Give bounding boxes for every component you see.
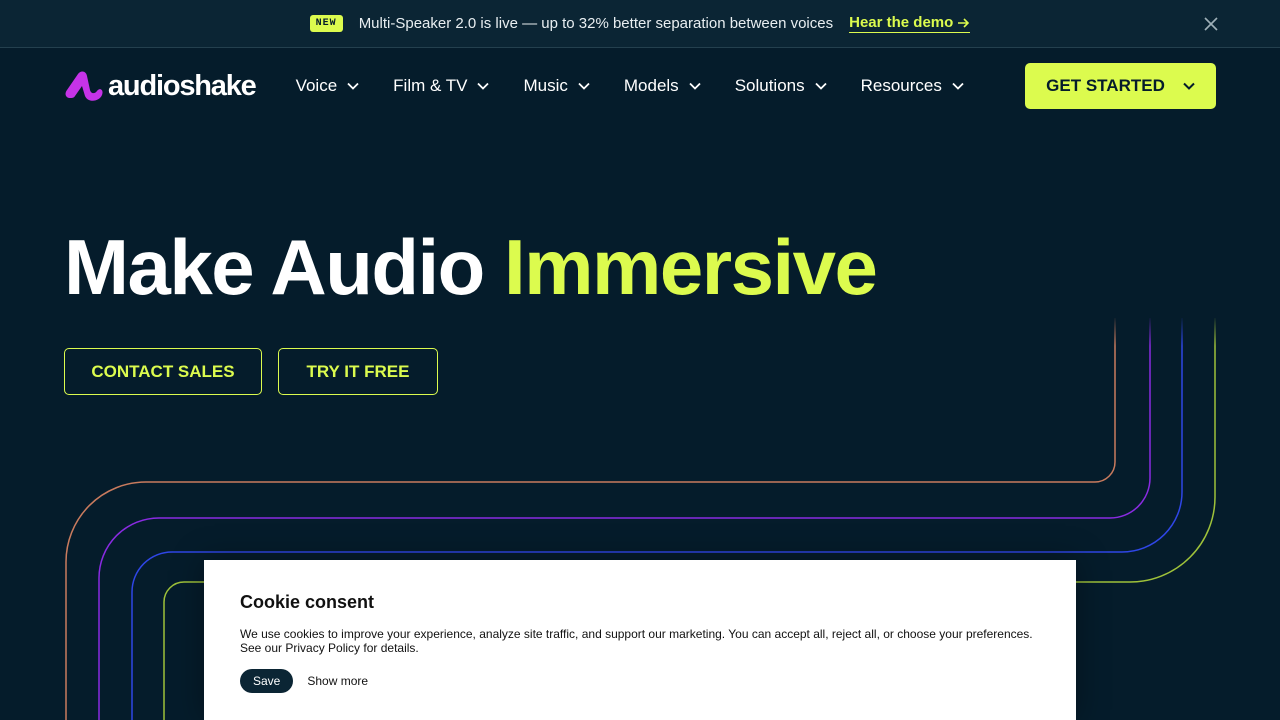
- hear-demo-label: Hear the demo: [849, 14, 954, 31]
- nav-item-label: Music: [523, 76, 568, 95]
- nav-menu: Voice Film & TV Music Models Solutions R…: [296, 76, 964, 96]
- chevron-down-icon: [1183, 82, 1195, 90]
- nav-item-models[interactable]: Models: [624, 76, 701, 96]
- chevron-down-icon: [347, 82, 359, 90]
- get-started-button[interactable]: GET STARTED: [1025, 63, 1216, 109]
- hear-demo-link[interactable]: Hear the demo: [849, 14, 971, 33]
- close-icon[interactable]: [1202, 15, 1220, 33]
- hero-title: Make Audio Immersive: [64, 228, 878, 306]
- cookie-title: Cookie consent: [240, 592, 375, 612]
- nav-item-solutions[interactable]: Solutions: [735, 76, 827, 96]
- nav-item-label: Voice: [295, 76, 338, 95]
- chevron-down-icon: [578, 82, 590, 90]
- nav-item-music[interactable]: Music: [523, 76, 590, 96]
- nav-item-label: Film & TV: [393, 76, 468, 95]
- chevron-down-icon: [952, 82, 964, 90]
- cookie-text-line2: See our Privacy Policy for details.: [240, 641, 419, 655]
- nav-item-voice[interactable]: Voice: [296, 76, 360, 96]
- audioshake-logo-icon: [65, 71, 103, 101]
- nav-item-label: Models: [623, 76, 679, 95]
- logo[interactable]: audioshake: [64, 68, 257, 104]
- nav-item-label: Resources: [860, 76, 942, 95]
- cookie-show-more-button[interactable]: Show more: [307, 674, 368, 688]
- new-badge: NEW: [309, 15, 343, 32]
- cookie-actions: Save Show more: [240, 669, 1040, 693]
- cookie-save-button[interactable]: Save: [240, 669, 294, 693]
- chevron-down-icon: [477, 82, 490, 90]
- cookie-consent-dialog: Cookie consent We use cookies to improve…: [204, 560, 1076, 720]
- get-started-label: GET STARTED: [1046, 76, 1165, 95]
- nav-item-film-tv[interactable]: Film & TV: [393, 76, 490, 96]
- chevron-down-icon: [814, 82, 827, 90]
- contact-sales-button[interactable]: CONTACT SALES: [64, 348, 262, 395]
- hero-actions: CONTACT SALES TRY IT FREE: [64, 348, 438, 395]
- nav-item-resources[interactable]: Resources: [861, 76, 964, 96]
- brand-name: audioshake: [108, 69, 257, 102]
- cookie-text-line1: We use cookies to improve your experienc…: [240, 627, 1033, 641]
- try-it-free-button[interactable]: TRY IT FREE: [278, 348, 438, 395]
- announcement-bar: NEW Multi-Speaker 2.0 is live — up to 32…: [0, 0, 1280, 48]
- hero-title-part1: Make Audio: [64, 223, 504, 311]
- hero-title-accent: Immersive: [504, 223, 878, 311]
- chevron-down-icon: [689, 82, 701, 90]
- announcement-text: Multi-Speaker 2.0 is live — up to 32% be…: [358, 15, 834, 32]
- arrow-right-icon: [958, 17, 970, 28]
- nav-item-label: Solutions: [734, 76, 805, 95]
